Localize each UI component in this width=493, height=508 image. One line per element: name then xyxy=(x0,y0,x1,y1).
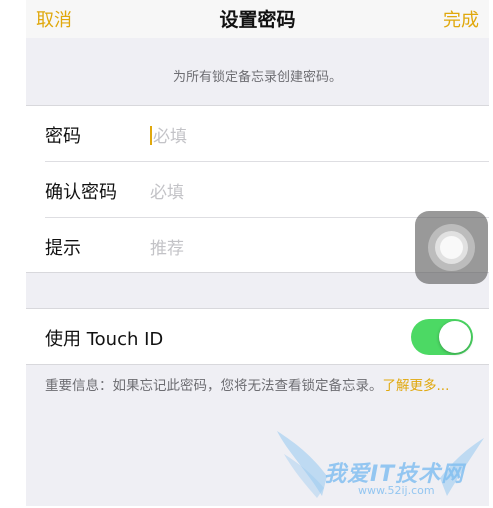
password-field[interactable]: 必填 xyxy=(150,122,187,147)
watermark-url: www.52ij.com xyxy=(358,484,435,497)
touch-id-cell: 使用 Touch ID xyxy=(26,309,489,364)
assistive-touch-icon[interactable] xyxy=(415,211,488,284)
page-title: 设置密码 xyxy=(219,9,296,31)
password-placeholder: 必填 xyxy=(153,127,187,147)
navigation-bar: 取消 设置密码 完成 xyxy=(26,0,489,38)
assistive-touch-middle-ring xyxy=(435,231,468,264)
confirm-password-field[interactable]: 必填 xyxy=(150,178,184,203)
section-caption: 为所有锁定备忘录创建密码。 xyxy=(172,70,342,85)
text-cursor xyxy=(150,126,152,145)
confirm-password-row[interactable]: 确认密码 必填 xyxy=(26,162,489,217)
footer-note: 重要信息：如果忘记此密码，您将无法查看锁定备忘录。了解更多... xyxy=(45,376,477,397)
footer-text: 重要信息：如果忘记此密码，您将无法查看锁定备忘录。 xyxy=(45,378,383,394)
hint-field[interactable]: 推荐 xyxy=(150,234,184,259)
password-label: 密码 xyxy=(45,126,81,147)
password-row[interactable]: 密码 必填 xyxy=(26,106,489,161)
learn-more-link[interactable]: 了解更多... xyxy=(383,378,450,394)
watermark: 我爱IT技术网 www.52ij.com xyxy=(272,426,488,504)
hint-label: 提示 xyxy=(45,238,81,259)
touch-id-label: 使用 Touch ID xyxy=(45,329,164,350)
toggle-knob xyxy=(439,321,471,353)
touch-id-row: 使用 Touch ID xyxy=(26,308,489,365)
assistive-touch-outer-ring xyxy=(428,224,475,271)
done-button[interactable]: 完成 xyxy=(443,6,479,32)
confirm-password-label: 确认密码 xyxy=(45,182,117,203)
touch-id-toggle[interactable] xyxy=(411,319,473,355)
assistive-touch-core xyxy=(440,236,463,259)
